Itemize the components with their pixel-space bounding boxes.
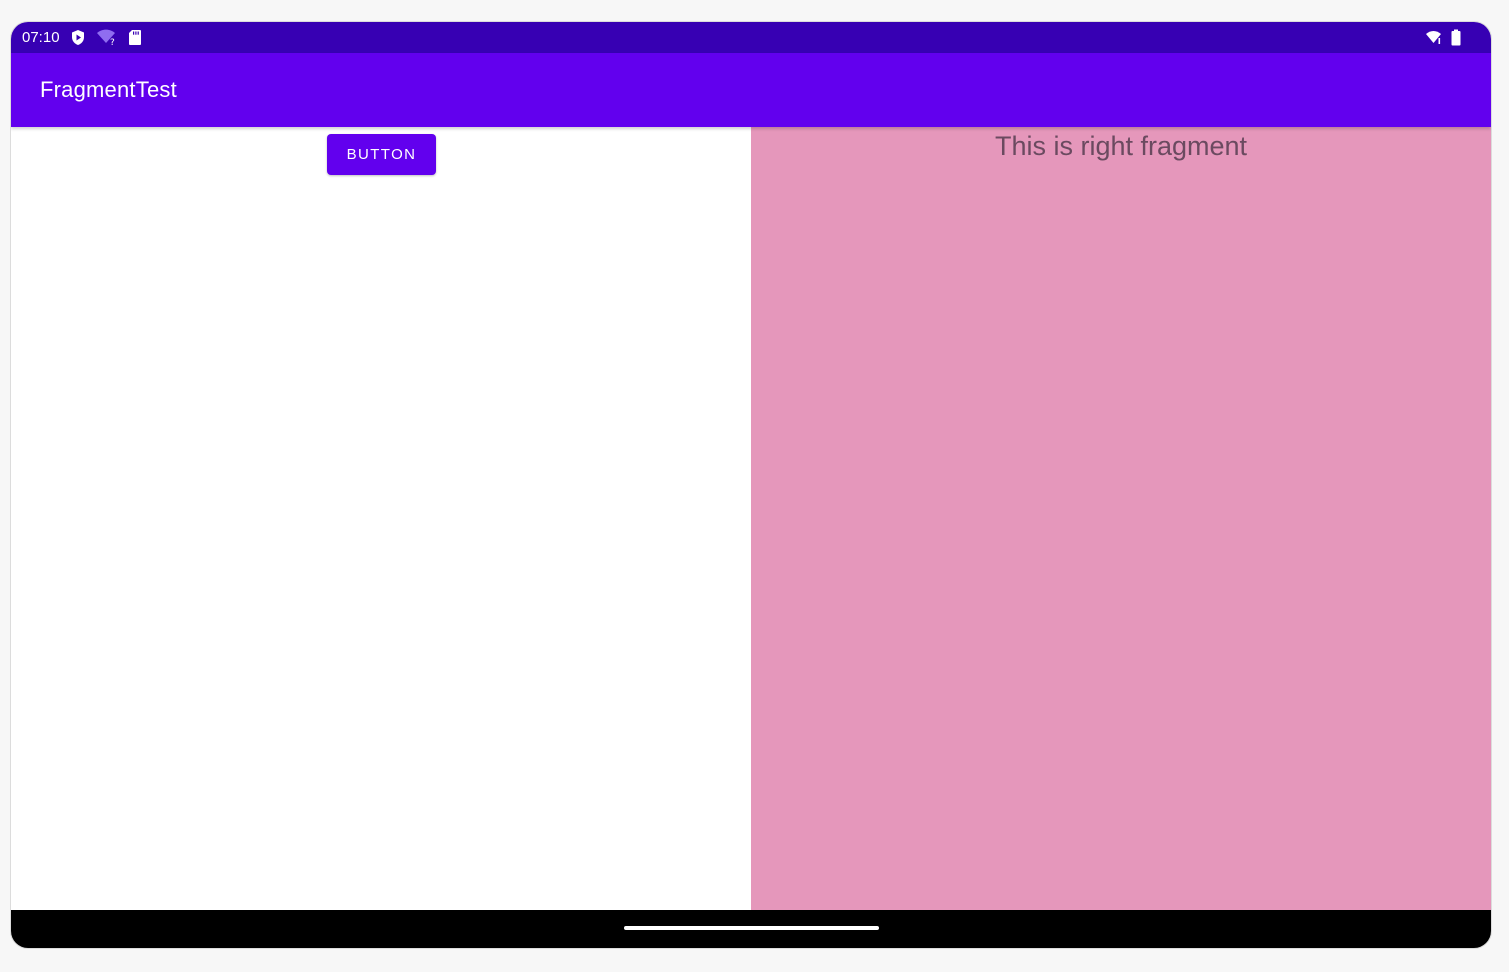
wifi-question-icon: ? (96, 29, 118, 46)
wifi-signal-icon (1425, 30, 1443, 46)
status-left: 07:10 ? (22, 22, 142, 53)
right-fragment: This is right fragment (751, 127, 1491, 912)
navigation-bar (11, 910, 1491, 948)
home-gesture-handle[interactable] (624, 926, 879, 930)
right-fragment-text: This is right fragment (994, 131, 1248, 161)
status-time: 07:10 (22, 29, 60, 46)
shield-play-icon (70, 29, 86, 46)
left-fragment: BUTTON (11, 127, 751, 912)
app-bar: FragmentTest (11, 53, 1491, 127)
svg-text:?: ? (110, 38, 115, 46)
tablet-screen: 07:10 ? FragmentTest BUTTON This is righ… (10, 21, 1492, 949)
battery-icon (1451, 29, 1461, 46)
status-right (1425, 22, 1461, 53)
fragment-button[interactable]: BUTTON (327, 134, 436, 175)
app-title: FragmentTest (40, 77, 177, 102)
status-bar: 07:10 ? (11, 22, 1491, 53)
fragment-container: BUTTON This is right fragment (11, 127, 1491, 912)
sd-card-icon (128, 29, 142, 46)
